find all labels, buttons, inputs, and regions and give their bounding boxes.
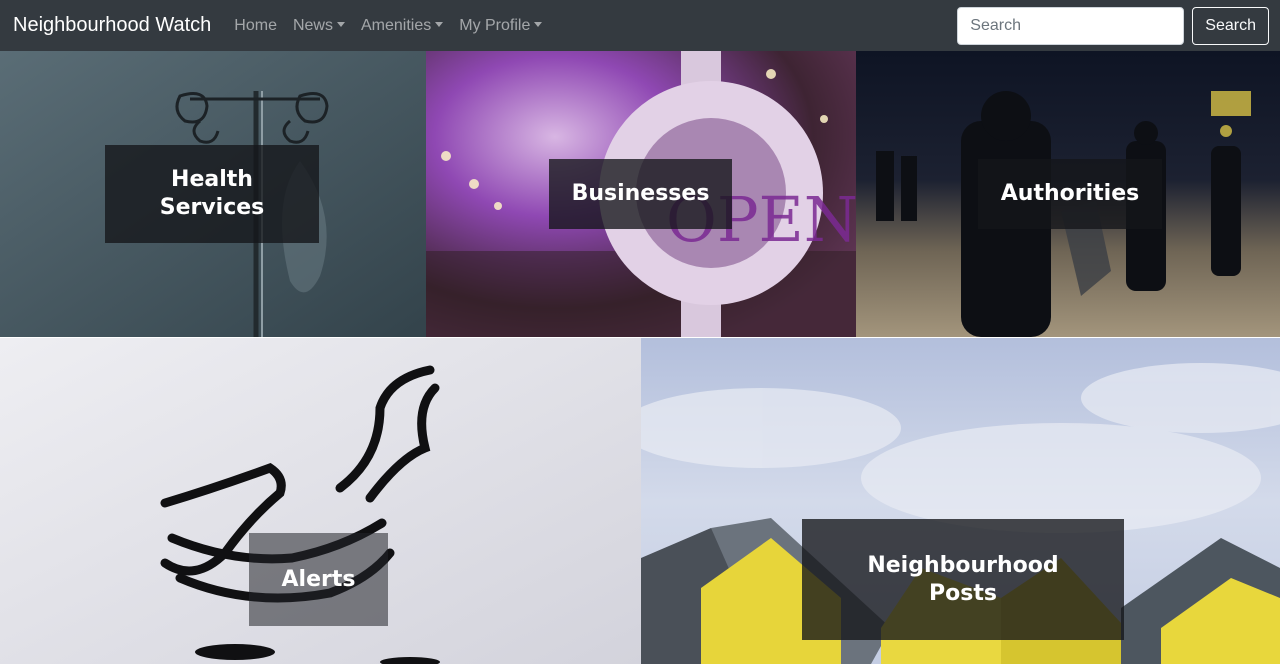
- nav-news-label: News: [292, 16, 333, 34]
- tile-label-line: Health: [171, 167, 253, 192]
- caret-down-icon: [534, 21, 543, 27]
- tile-label: Authorities: [978, 159, 1162, 229]
- nav-home[interactable]: Home: [234, 17, 277, 35]
- caret-down-icon: [435, 21, 444, 27]
- tile-authorities[interactable]: Authorities: [856, 51, 1280, 337]
- tile-label: Alerts: [249, 533, 388, 626]
- tile-alerts[interactable]: Alerts: [0, 338, 641, 664]
- nav-amenities-label: Amenities: [360, 16, 432, 34]
- tile-label: Businesses: [549, 159, 732, 229]
- nav-home-label: Home: [234, 16, 277, 34]
- tile-businesses[interactable]: OPEN Businesses: [426, 51, 856, 337]
- tile-label-line: Alerts: [281, 566, 356, 592]
- nav-news-dropdown[interactable]: News: [293, 17, 345, 35]
- tile-label-line: Businesses: [571, 181, 710, 206]
- navbar: Neighbourhood Watch Home News Amenities …: [0, 0, 1280, 51]
- tile-label-line: Neighbourhood: [867, 552, 1059, 578]
- tile-label-line: Posts: [929, 580, 997, 606]
- search-input[interactable]: [957, 6, 1185, 45]
- tile-label: Neighbourhood Posts: [802, 519, 1124, 640]
- nav-profile-label: My Profile: [459, 16, 531, 34]
- navbar-brand[interactable]: Neighbourhood Watch: [13, 14, 211, 37]
- tile-neighbourhood-posts[interactable]: Neighbourhood Posts: [641, 338, 1280, 664]
- nav-profile-dropdown[interactable]: My Profile: [459, 16, 543, 35]
- nav-amenities-dropdown[interactable]: Amenities: [360, 16, 444, 35]
- tile-health-services[interactable]: Health Services: [0, 51, 426, 337]
- tile-label-line: Services: [159, 195, 265, 220]
- caret-down-icon: [336, 21, 345, 27]
- tile-label: Health Services: [105, 145, 319, 243]
- search-button[interactable]: Search: [1192, 6, 1269, 45]
- tile-label-line: Authorities: [1000, 181, 1140, 206]
